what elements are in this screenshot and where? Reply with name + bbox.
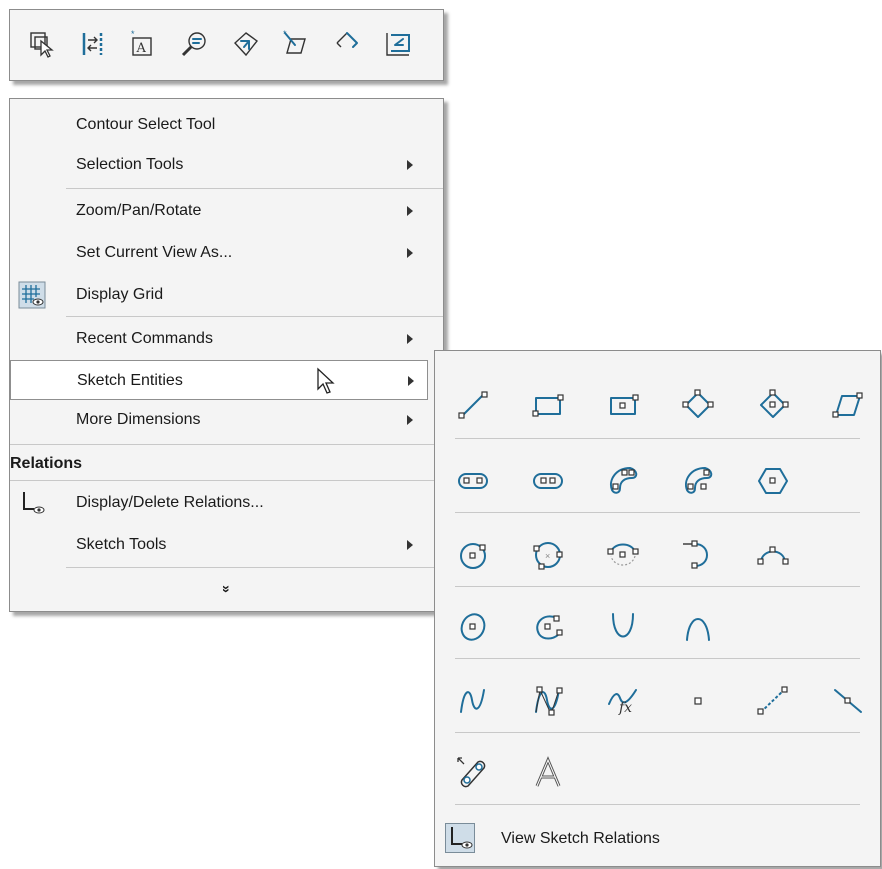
menu-item-sketch-entities[interactable]: Sketch Entities (10, 360, 428, 400)
grid-icon (18, 281, 46, 309)
conic-icon[interactable] (680, 609, 716, 645)
submenu-arrow-icon (407, 334, 413, 344)
3-point-arc-icon[interactable] (755, 537, 791, 573)
circle-icon[interactable] (455, 537, 491, 573)
point-icon[interactable] (680, 683, 716, 719)
menu-separator (10, 480, 443, 481)
text-icon[interactable] (530, 755, 566, 791)
view-relations-icon (445, 823, 475, 853)
menu-item-label: More Dimensions (76, 411, 201, 428)
menu-item-label: Sketch Tools (76, 536, 167, 553)
menu-separator (10, 444, 443, 445)
row-separator (455, 586, 860, 587)
previous-view-icon[interactable] (328, 26, 364, 62)
partial-ellipse-icon[interactable] (530, 609, 566, 645)
svg-text:*: * (283, 29, 287, 39)
menu-item-set-current-view[interactable]: Set Current View As... (10, 233, 443, 273)
tangent-arc-icon[interactable] (680, 537, 716, 573)
3-point-corner-rectangle-icon[interactable] (680, 387, 716, 423)
row-separator (455, 658, 860, 659)
menu-item-label: Contour Select Tool (76, 116, 216, 133)
exit-sketch-icon[interactable] (380, 26, 416, 62)
view-sketch-relations-label: View Sketch Relations (501, 830, 660, 847)
menu-item-more-dimensions[interactable]: More Dimensions (10, 400, 443, 440)
chevron-down-icon: » (218, 585, 235, 593)
svg-text:A: A (136, 41, 147, 56)
select-icon[interactable] (24, 26, 60, 62)
view-sketch-relations-button[interactable]: View Sketch Relations (445, 821, 870, 857)
submenu-arrow-icon (407, 415, 413, 425)
note-icon[interactable]: A * (125, 26, 161, 62)
midpoint-line-icon[interactable] (830, 683, 866, 719)
row-separator (455, 804, 860, 805)
menu-separator (66, 316, 443, 317)
3-point-center-rectangle-icon[interactable] (755, 387, 791, 423)
menu-separator (66, 567, 443, 568)
centerpoint-arc-slot-icon[interactable] (680, 463, 716, 499)
normal-to-icon[interactable]: * (278, 26, 314, 62)
context-toolbar: A * * (9, 9, 444, 81)
spline-icon[interactable] (455, 683, 491, 719)
row-separator (455, 732, 860, 733)
sketch-picture-icon[interactable] (455, 755, 491, 791)
submenu-arrow-icon (407, 540, 413, 550)
row-separator (455, 438, 860, 439)
ellipse-icon[interactable] (455, 609, 491, 645)
menu-item-label: Set Current View As... (76, 244, 233, 261)
svg-text:×: × (545, 551, 550, 561)
menu-item-display-delete-relations[interactable]: Display/Delete Relations... (10, 483, 443, 523)
centerpoint-straight-slot-icon[interactable] (530, 463, 566, 499)
menu-item-label: Recent Commands (76, 330, 213, 347)
parallelogram-icon[interactable] (830, 387, 866, 423)
menu-item-label: Zoom/Pan/Rotate (76, 202, 202, 219)
submenu-arrow-icon (407, 206, 413, 216)
line-icon[interactable] (455, 387, 491, 423)
smart-dimension-icon[interactable] (76, 26, 112, 62)
context-menu: Contour Select Tool Selection Tools Zoom… (9, 98, 444, 612)
submenu-arrow-icon (407, 248, 413, 258)
style-spline-icon[interactable] (530, 683, 566, 719)
zoom-to-selection-icon[interactable] (176, 26, 212, 62)
menu-item-label: Sketch Entities (77, 372, 183, 389)
menu-item-zoom-pan-rotate[interactable]: Zoom/Pan/Rotate (10, 191, 443, 231)
row-separator (455, 512, 860, 513)
equation-driven-curve-icon[interactable]: fx (605, 683, 641, 719)
menu-item-recent-commands[interactable]: Recent Commands (10, 319, 443, 359)
view-orientation-icon[interactable] (228, 26, 264, 62)
svg-text:fx: fx (618, 700, 632, 716)
menu-item-label: Selection Tools (76, 156, 184, 173)
menu-item-label: Display/Delete Relations... (76, 494, 264, 511)
menu-item-selection-tools[interactable]: Selection Tools (10, 145, 443, 185)
relations-heading: Relations (10, 455, 83, 472)
polygon-icon[interactable] (755, 463, 791, 499)
straight-slot-icon[interactable] (455, 463, 491, 499)
3-point-arc-slot-icon[interactable] (605, 463, 641, 499)
corner-rectangle-icon[interactable] (530, 387, 566, 423)
parabola-icon[interactable] (605, 609, 641, 645)
centerpoint-arc-icon[interactable] (605, 537, 641, 573)
center-rectangle-icon[interactable] (605, 387, 641, 423)
menu-item-display-grid[interactable]: Display Grid (10, 275, 443, 315)
menu-separator (66, 188, 443, 189)
expand-menu-button[interactable]: » (10, 571, 443, 607)
menu-item-sketch-tools[interactable]: Sketch Tools (10, 525, 443, 565)
display-relations-icon (18, 489, 46, 517)
submenu-arrow-icon (408, 376, 414, 386)
perimeter-circle-icon[interactable]: × (530, 537, 566, 573)
svg-text:*: * (131, 29, 135, 39)
menu-item-contour-select[interactable]: Contour Select Tool (10, 105, 443, 145)
sketch-entities-submenu: × fx View Sketch Relations (434, 350, 881, 867)
centerline-icon[interactable] (755, 683, 791, 719)
menu-item-label: Display Grid (76, 286, 164, 303)
submenu-arrow-icon (407, 160, 413, 170)
mouse-cursor-icon (317, 367, 335, 394)
